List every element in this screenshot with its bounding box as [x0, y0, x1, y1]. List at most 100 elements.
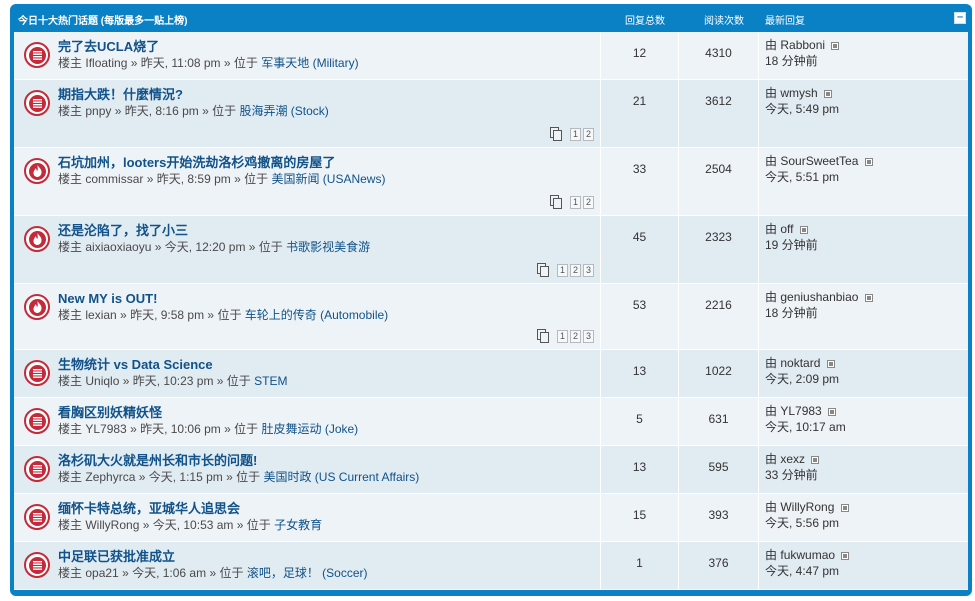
column-header-replies: 回复总数: [625, 16, 665, 27]
page-link[interactable]: 1: [556, 263, 568, 277]
last-poster-link[interactable]: fukwumao: [780, 548, 835, 562]
topic-meta: 楼主 YL7983 » 昨天, 10:06 pm » 位于 肚皮舞运动 (Jok…: [58, 422, 359, 436]
goto-last-post-icon[interactable]: [826, 360, 835, 368]
by-label: 由: [765, 500, 778, 514]
starter-label: 楼主: [58, 308, 83, 322]
last-post-time: 今天, 2:09 pm: [765, 372, 840, 386]
page-link[interactable]: 3: [582, 329, 594, 343]
views-cell: 4310: [679, 32, 759, 79]
topic-row: New MY is OUT! 楼主 lexian » 昨天, 9:58 pm »…: [14, 284, 968, 350]
view-count: 1022: [705, 364, 732, 378]
topic-author-link[interactable]: pnpy: [85, 104, 111, 118]
topic-title-link[interactable]: 洛杉矶大火就是州长和市长的问题!: [58, 452, 600, 470]
last-post-cell: 由 fukwumao 今天, 4:47 pm: [759, 542, 968, 589]
last-post-cell: 由 YL7983 今天, 10:17 am: [759, 398, 968, 445]
forum-link[interactable]: 子女教育: [274, 518, 322, 532]
topic-author-link[interactable]: Zephyrca: [85, 470, 135, 484]
topic-author-link[interactable]: opa21: [85, 566, 118, 580]
views-cell: 3612: [679, 80, 759, 147]
starter-label: 楼主: [58, 374, 83, 388]
replies-cell: 12: [601, 32, 679, 79]
last-poster-link[interactable]: SourSweetTea: [780, 154, 858, 168]
topic-title-link[interactable]: New MY is OUT!: [58, 290, 600, 308]
topic-time: 昨天, 8:16 pm: [124, 104, 199, 118]
last-poster-link[interactable]: wmysh: [780, 86, 817, 100]
reply-count: 13: [632, 460, 647, 474]
page-link[interactable]: 2: [582, 195, 594, 209]
page-link[interactable]: 2: [569, 329, 581, 343]
starter-label: 楼主: [58, 240, 83, 254]
topic-row: 完了去UCLA烧了 楼主 Ifloating » 昨天, 11:08 pm » …: [14, 32, 968, 80]
last-poster-link[interactable]: WillyRong: [780, 500, 834, 514]
topic-author-link[interactable]: Ifloating: [85, 56, 127, 70]
topic-title-link[interactable]: 生物统计 vs Data Science: [58, 356, 600, 374]
goto-last-post-icon[interactable]: [831, 42, 840, 50]
forum-link[interactable]: 美国时政 (US Current Affairs): [263, 470, 419, 484]
topic-title-link[interactable]: 期指大跌！什麼情況?: [58, 86, 600, 104]
reply-count: 15: [632, 508, 647, 522]
last-poster-link[interactable]: xexz: [780, 452, 805, 466]
topic-title-link[interactable]: 缅怀卡特总统，亚城华人追思会: [58, 500, 600, 518]
page-link[interactable]: 2: [569, 263, 581, 277]
last-post-time: 今天, 5:49 pm: [765, 102, 840, 116]
topic-pagination: 123: [536, 263, 594, 277]
reply-count: 33: [632, 162, 647, 176]
goto-last-post-icon[interactable]: [811, 456, 820, 464]
goto-last-post-icon[interactable]: [864, 158, 873, 166]
last-poster-link[interactable]: geniushanbiao: [780, 290, 858, 304]
panel-title-text: 今日十大热门话题: [18, 16, 98, 27]
goto-last-post-icon[interactable]: [799, 226, 808, 234]
forum-link[interactable]: 肚皮舞运动 (Joke): [261, 422, 358, 436]
topic-author-link[interactable]: WillyRong: [85, 518, 139, 532]
page-link[interactable]: 2: [582, 127, 594, 141]
page-link[interactable]: 1: [556, 329, 568, 343]
topic-meta: 楼主 Uniqlo » 昨天, 10:23 pm » 位于 STEM: [58, 374, 288, 388]
page-link[interactable]: 3: [582, 263, 594, 277]
hot-topic-icon: [24, 158, 50, 184]
topic-author-link[interactable]: Uniqlo: [85, 374, 119, 388]
last-poster-link[interactable]: off: [780, 222, 793, 236]
forum-link[interactable]: 书歌影视美食游: [286, 240, 370, 254]
last-poster-link[interactable]: Rabboni: [780, 38, 825, 52]
topic-author-link[interactable]: commissar: [85, 172, 143, 186]
topic-author-link[interactable]: aixiaoxiaoyu: [85, 240, 151, 254]
topic-author-link[interactable]: lexian: [85, 308, 116, 322]
collapse-button[interactable]: –: [954, 12, 966, 24]
replies-cell: 15: [601, 494, 679, 541]
topic-title-link[interactable]: 还是沦陷了，找了小三: [58, 222, 600, 240]
in-label: 位于: [212, 104, 237, 118]
forum-link[interactable]: STEM: [254, 374, 287, 388]
last-poster-link[interactable]: noktard: [780, 356, 820, 370]
last-post-cell: 由 SourSweetTea 今天, 5:51 pm: [759, 148, 968, 215]
goto-last-post-icon[interactable]: [864, 294, 873, 302]
view-count: 393: [708, 508, 729, 522]
last-post-time: 今天, 5:56 pm: [765, 516, 840, 530]
forum-link[interactable]: 美国新闻 (USANews): [271, 172, 385, 186]
page-link[interactable]: 1: [569, 195, 581, 209]
topic-title-link[interactable]: 中足联已获批准成立: [58, 548, 600, 566]
forum-link[interactable]: 车轮上的传奇 (Automobile): [245, 308, 388, 322]
topic-list: 完了去UCLA烧了 楼主 Ifloating » 昨天, 11:08 pm » …: [14, 32, 968, 590]
replies-cell: 53: [601, 284, 679, 349]
in-label: 位于: [233, 56, 258, 70]
panel-header: 今日十大热门话题 (每版最多一贴上榜) 回复总数 阅读次数 最新回复 –: [14, 4, 968, 32]
topic-title-link[interactable]: 完了去UCLA烧了: [58, 38, 600, 56]
view-count: 2504: [705, 162, 732, 176]
goto-last-post-icon[interactable]: [841, 552, 850, 560]
replies-cell: 45: [601, 216, 679, 283]
goto-last-post-icon[interactable]: [824, 90, 833, 98]
views-cell: 595: [679, 446, 759, 493]
last-post-time: 33 分钟前: [765, 468, 818, 482]
panel-subtitle: (每版最多一贴上榜): [100, 16, 188, 27]
hot-topic-icon: [24, 294, 50, 320]
forum-link[interactable]: 滚吧，足球！ (Soccer): [247, 566, 368, 580]
forum-link[interactable]: 军事天地 (Military): [261, 56, 358, 70]
page-link[interactable]: 1: [569, 127, 581, 141]
forum-link[interactable]: 股海弄潮 (Stock): [239, 104, 328, 118]
last-poster-link[interactable]: YL7983: [780, 404, 821, 418]
goto-last-post-icon[interactable]: [828, 408, 837, 416]
topic-author-link[interactable]: YL7983: [85, 422, 126, 436]
topic-title-link[interactable]: 看胸区别妖精妖怪: [58, 404, 600, 422]
topic-title-link[interactable]: 石坑加州，looters开始洗劫洛杉鸡撤离的房屋了: [58, 154, 600, 172]
goto-last-post-icon[interactable]: [840, 504, 849, 512]
